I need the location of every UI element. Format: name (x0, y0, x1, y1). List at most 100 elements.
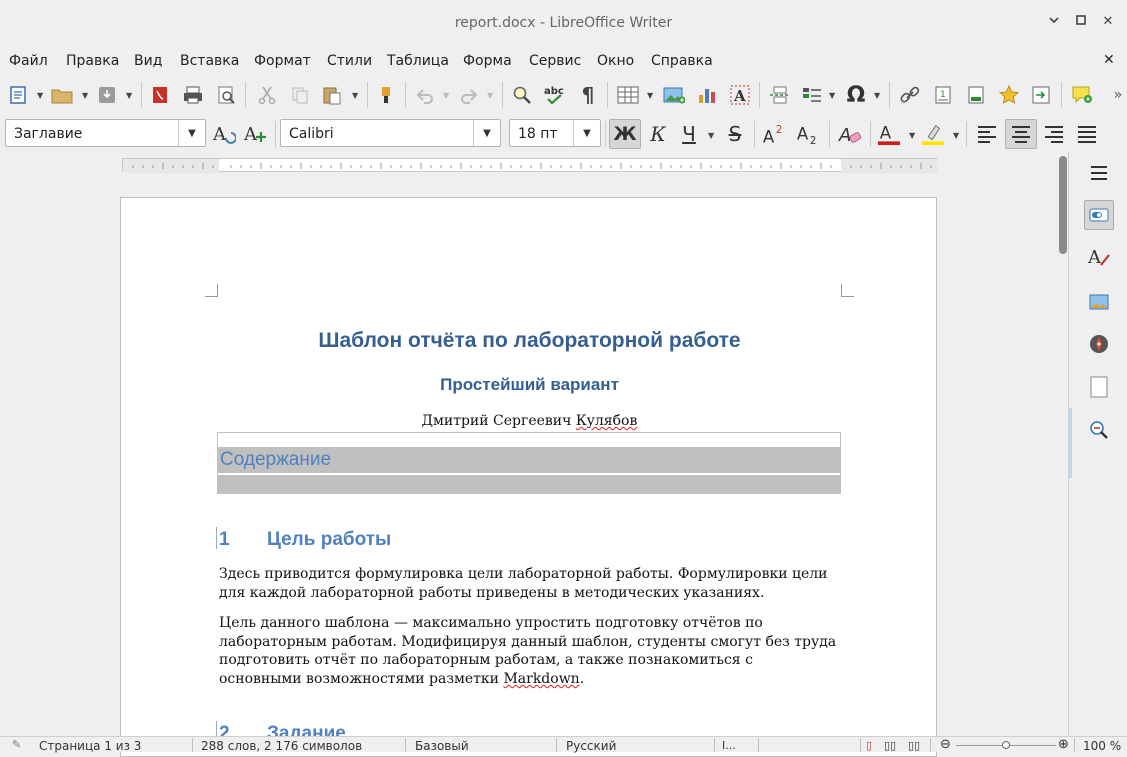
zoom-slider-knob[interactable] (1002, 741, 1010, 749)
insert-chart-icon[interactable] (695, 83, 719, 107)
find-replace-icon[interactable] (510, 83, 534, 107)
menu-insert[interactable]: Вставка (180, 53, 239, 69)
chevron-down-icon[interactable]: ▼ (573, 120, 600, 146)
clear-formatting-icon[interactable]: A (838, 122, 862, 146)
clone-formatting-icon[interactable] (374, 83, 398, 107)
zoom-level[interactable]: 100 % (1083, 739, 1121, 753)
zoom-out-icon[interactable]: ⊖ (940, 737, 951, 752)
superscript-icon[interactable]: A2 (762, 122, 786, 146)
insert-page-break-icon[interactable] (768, 83, 792, 107)
sidebar-menu-icon[interactable] (1087, 161, 1111, 185)
maximize-button[interactable] (1073, 14, 1089, 30)
properties-icon[interactable] (1084, 200, 1114, 230)
chevron-down-icon[interactable]: ▼ (473, 120, 500, 146)
paste-dropdown-icon[interactable]: ▼ (352, 91, 358, 100)
table-dropdown-icon[interactable]: ▼ (647, 91, 653, 100)
minimize-button[interactable] (1046, 14, 1062, 30)
section-heading[interactable]: Цель работы (267, 529, 391, 551)
undo-dropdown-icon[interactable]: ▼ (443, 91, 449, 100)
paragraph[interactable]: Здесь приводится формулировка цели лабор… (219, 565, 839, 602)
copy-icon[interactable] (288, 83, 312, 107)
gallery-icon[interactable] (1087, 290, 1111, 314)
strikethrough-button[interactable]: S (723, 122, 747, 146)
font-name-combo[interactable]: Calibri ▼ (280, 119, 501, 147)
print-preview-icon[interactable] (214, 83, 238, 107)
chevron-down-icon[interactable]: ▼ (178, 120, 205, 146)
new-dropdown-icon[interactable]: ▼ (37, 91, 43, 100)
italic-button[interactable]: К (646, 122, 670, 146)
insert-field-icon[interactable] (800, 83, 824, 107)
close-window-button[interactable]: ✕ (1100, 14, 1116, 30)
align-right-icon[interactable] (1042, 122, 1066, 146)
scrollbar-thumb[interactable] (1059, 156, 1067, 254)
language[interactable]: Русский (566, 739, 616, 753)
highlight-color-icon[interactable] (921, 122, 945, 146)
bold-button[interactable]: Ж (609, 119, 641, 149)
cross-reference-icon[interactable] (1029, 83, 1053, 107)
underline-button[interactable]: Ч (677, 122, 701, 146)
align-left-icon[interactable] (975, 122, 999, 146)
update-style-icon[interactable]: A (212, 122, 236, 146)
hyperlink-icon[interactable] (898, 83, 922, 107)
special-character-icon[interactable]: Ω (844, 83, 868, 108)
toolbar-overflow-icon[interactable]: » (1106, 83, 1127, 107)
redo-icon[interactable] (457, 83, 481, 107)
single-page-view-icon[interactable]: ▯ (866, 739, 872, 752)
book-view-icon[interactable]: ▯▯ (908, 739, 920, 752)
field-dropdown-icon[interactable]: ▼ (829, 91, 835, 100)
document-author[interactable]: Дмитрий Сергеевич Кулябов (121, 413, 938, 429)
word-count[interactable]: 288 слов, 2 176 символов (201, 739, 362, 753)
new-style-icon[interactable]: A (243, 122, 267, 146)
navigator-icon[interactable] (1087, 332, 1111, 356)
formatting-marks-icon[interactable]: ¶ (576, 83, 600, 107)
save-dropdown-icon[interactable]: ▼ (126, 91, 132, 100)
font-size-combo[interactable]: 18 пт ▼ (509, 119, 601, 147)
menu-table[interactable]: Таблица (387, 53, 449, 69)
footnote-icon[interactable]: 1 (931, 83, 955, 107)
sidebar-collapse-handle[interactable] (1069, 408, 1072, 478)
export-pdf-icon[interactable] (148, 83, 172, 107)
align-center-icon[interactable] (1005, 119, 1037, 149)
menu-form[interactable]: Форма (463, 53, 512, 69)
menu-edit[interactable]: Правка (66, 53, 119, 69)
open-folder-icon[interactable] (50, 83, 74, 107)
menu-styles[interactable]: Стили (327, 53, 372, 69)
special-char-dropdown-icon[interactable]: ▼ (874, 91, 880, 100)
document-page[interactable]: Шаблон отчёта по лабораторной работе Про… (120, 197, 937, 757)
new-document-icon[interactable] (6, 83, 30, 107)
cut-icon[interactable] (255, 83, 279, 107)
paragraph-style-combo[interactable]: Заглавие ▼ (5, 119, 206, 147)
undo-icon[interactable] (413, 83, 437, 107)
table-of-contents[interactable]: Содержание (217, 432, 841, 494)
menu-format[interactable]: Формат (254, 53, 311, 69)
menu-tools[interactable]: Сервис (529, 53, 581, 69)
print-icon[interactable] (181, 83, 205, 107)
horizontal-ruler[interactable] (122, 158, 938, 173)
style-inspector-icon[interactable] (1087, 418, 1111, 442)
page-indicator[interactable]: Страница 1 из 3 (39, 739, 141, 753)
document-title[interactable]: Шаблон отчёта по лабораторной работе (121, 329, 938, 353)
header-footer-icon[interactable] (964, 83, 988, 107)
paragraph[interactable]: Цель данного шаблона — максимально упрос… (219, 614, 839, 688)
underline-dropdown-icon[interactable]: ▼ (708, 131, 714, 140)
justify-icon[interactable] (1075, 122, 1099, 146)
open-dropdown-icon[interactable]: ▼ (82, 91, 88, 100)
menu-window[interactable]: Окно (597, 53, 634, 69)
insert-mode-icon[interactable]: I... (722, 739, 736, 752)
insert-comment-icon[interactable] (1070, 83, 1094, 107)
insert-textbox-icon[interactable]: A (728, 83, 752, 107)
subscript-icon[interactable]: A2 (796, 122, 820, 146)
paste-icon[interactable] (320, 83, 344, 107)
insert-image-icon[interactable] (662, 83, 686, 107)
save-icon[interactable] (95, 83, 119, 107)
font-color-dropdown-icon[interactable]: ▼ (909, 131, 915, 140)
page-style[interactable]: Базовый (415, 739, 469, 753)
close-document-button[interactable]: ✕ (1103, 52, 1115, 68)
menu-view[interactable]: Вид (134, 53, 162, 69)
redo-dropdown-icon[interactable]: ▼ (487, 91, 493, 100)
highlight-dropdown-icon[interactable]: ▼ (953, 131, 959, 140)
zoom-in-icon[interactable]: ⊕ (1058, 737, 1069, 752)
page-icon[interactable] (1087, 375, 1111, 399)
styles-icon[interactable]: A (1087, 245, 1111, 269)
font-color-icon[interactable]: A (877, 122, 901, 146)
